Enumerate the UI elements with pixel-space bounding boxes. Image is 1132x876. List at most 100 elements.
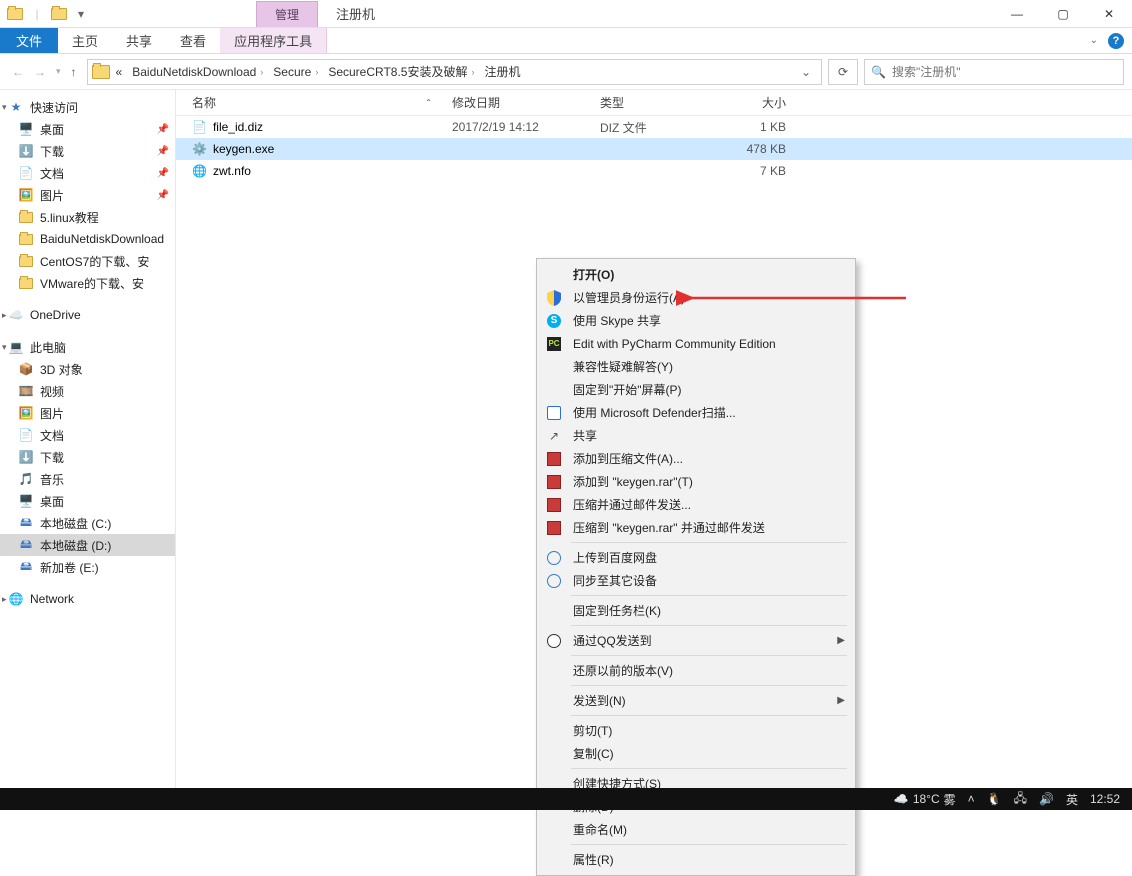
refresh-button[interactable]: ⟳ [828,59,858,85]
tray-app-icon[interactable]: 🐧 [981,792,1008,806]
tab-home[interactable]: 主页 [58,28,112,53]
taskbar-clock[interactable]: 12:52 [1084,793,1126,805]
menu-item[interactable]: 固定到任务栏(K) [537,599,855,622]
tree-caret-icon[interactable]: ▸ [2,594,7,605]
sidebar-item[interactable]: VMware的下载、安 [0,272,175,294]
qat-dropdown-icon[interactable]: ▾ [70,3,92,25]
sidebar-item[interactable]: 🖴新加卷 (E:) [0,556,175,578]
column-date[interactable]: 修改日期 [446,94,594,111]
sidebar-item[interactable]: CentOS7的下载、安 [0,250,175,272]
sidebar-item[interactable]: 📄文档 [0,424,175,446]
menu-item[interactable]: 剪切(T) [537,719,855,742]
3d-icon: 📦 [18,361,34,377]
menu-item[interactable]: 重命名(M) [537,818,855,841]
share-icon: ↗ [545,427,563,445]
sidebar-heading[interactable]: ▾💻此电脑 [0,336,175,358]
file-icon: 📄 [192,120,207,134]
tab-app-tools[interactable]: 应用程序工具 [220,28,327,53]
column-type[interactable]: 类型 [594,94,710,111]
menu-item[interactable]: 同步至其它设备 [537,569,855,592]
window-title: 注册机 [336,4,375,23]
sidebar-item[interactable]: 🖴本地磁盘 (D:) [0,534,175,556]
menu-item[interactable]: 压缩并通过邮件发送... [537,493,855,516]
sidebar-heading[interactable]: ▸🌐Network [0,588,175,610]
breadcrumb-item[interactable]: 注册机 [480,63,524,80]
menu-item[interactable]: 发送到(N)▶ [537,689,855,712]
ime-indicator[interactable]: 英 [1060,791,1084,808]
forward-button[interactable]: → [34,65,46,79]
tab-share[interactable]: 共享 [112,28,166,53]
sidebar-item[interactable]: 5.linux教程 [0,206,175,228]
breadcrumb-item[interactable]: BaiduNetdiskDownload› [128,65,267,79]
close-button[interactable]: ✕ [1086,0,1132,27]
minimize-button[interactable]: — [994,0,1040,27]
menu-item[interactable]: 上传到百度网盘 [537,546,855,569]
search-box[interactable]: 🔍 [864,59,1124,85]
sidebar-item[interactable]: ⬇️下载📌 [0,140,175,162]
file-tab[interactable]: 文件 [0,28,58,53]
breadcrumb-overflow[interactable]: « [112,65,127,79]
menu-item[interactable]: 添加到压缩文件(A)... [537,447,855,470]
menu-item[interactable]: ↗共享 [537,424,855,447]
address-dropdown-icon[interactable]: ⌄ [795,65,817,79]
sidebar-item[interactable]: 🎵音乐 [0,468,175,490]
rar-icon [545,473,563,491]
menu-item[interactable]: PCEdit with PyCharm Community Edition [537,332,855,355]
tree-caret-icon[interactable]: ▸ [2,310,7,321]
sidebar-item[interactable]: BaiduNetdiskDownload [0,228,175,250]
menu-item[interactable]: 压缩到 "keygen.rar" 并通过邮件发送 [537,516,855,539]
menu-item[interactable]: 兼容性疑难解答(Y) [537,355,855,378]
address-bar[interactable]: « BaiduNetdiskDownload› Secure› SecureCR… [87,59,822,85]
maximize-button[interactable]: ▢ [1040,0,1086,27]
weather-widget[interactable]: ☁️ 18°C 雾 [888,791,962,808]
tray-volume-icon[interactable]: 🔊 [1033,792,1060,806]
sidebar-item[interactable]: 🖼️图片 [0,402,175,424]
file-row[interactable]: 📄file_id.diz2017/2/19 14:12DIZ 文件1 KB [176,116,1132,138]
back-button[interactable]: ← [12,65,24,79]
breadcrumb-item[interactable]: Secure› [269,65,322,79]
search-input[interactable] [892,65,1117,79]
help-icon[interactable]: ? [1108,33,1124,49]
sidebar-item[interactable]: 📦3D 对象 [0,358,175,380]
tray-chevron-icon[interactable]: ˄ [962,792,981,806]
sidebar-item[interactable]: 🖼️图片📌 [0,184,175,206]
sidebar-item[interactable]: 🖴本地磁盘 (C:) [0,512,175,534]
breadcrumb-item[interactable]: SecureCRT8.5安装及破解› [324,63,478,80]
column-name[interactable]: 名称⌃ [186,94,446,111]
menu-item[interactable]: 打开(O) [537,263,855,286]
tab-view[interactable]: 查看 [166,28,220,53]
tray-network-icon[interactable]: 🖧 [1008,789,1033,810]
column-size[interactable]: 大小 [710,94,792,111]
menu-item-label: 以管理员身份运行(A) [573,289,685,306]
menu-item[interactable]: 复制(C) [537,742,855,765]
tree-caret-icon[interactable]: ▾ [2,342,7,353]
sidebar-item-label: 本地磁盘 (C:) [40,515,111,532]
sidebar-item[interactable]: 📄文档📌 [0,162,175,184]
up-button[interactable]: ↑ [71,65,77,79]
menu-item-label: 复制(C) [573,745,614,762]
sidebar-item[interactable]: 🖥️桌面 [0,490,175,512]
sidebar-item[interactable]: 🖥️桌面📌 [0,118,175,140]
menu-item[interactable]: 以管理员身份运行(A) [537,286,855,309]
history-dropdown-icon[interactable]: ▾ [56,66,61,77]
music-icon: 🎵 [18,471,34,487]
menu-item[interactable]: 通过QQ发送到▶ [537,629,855,652]
file-row[interactable]: 🌐zwt.nfo7 KB [176,160,1132,182]
pin-qat-icon[interactable] [48,3,70,25]
menu-item-label: 还原以前的版本(V) [573,662,673,679]
menu-item[interactable]: 属性(R) [537,848,855,871]
sidebar-heading[interactable]: ▾★快速访问 [0,96,175,118]
sidebar-heading[interactable]: ▸☁️OneDrive [0,304,175,326]
menu-item[interactable]: 添加到 "keygen.rar"(T) [537,470,855,493]
tree-caret-icon[interactable]: ▾ [2,102,7,113]
sidebar-item[interactable]: 🎞️视频 [0,380,175,402]
file-name: zwt.nfo [213,164,251,178]
menu-item[interactable]: 固定到"开始"屏幕(P) [537,378,855,401]
file-row[interactable]: ⚙️keygen.exe478 KB [176,138,1132,160]
menu-item[interactable]: 还原以前的版本(V) [537,659,855,682]
sidebar-item[interactable]: ⬇️下载 [0,446,175,468]
context-tab-manage[interactable]: 管理 [256,1,318,27]
menu-item[interactable]: 使用 Microsoft Defender扫描... [537,401,855,424]
menu-item[interactable]: S使用 Skype 共享 [537,309,855,332]
ribbon-expand-icon[interactable]: ⌄ [1090,35,1098,46]
